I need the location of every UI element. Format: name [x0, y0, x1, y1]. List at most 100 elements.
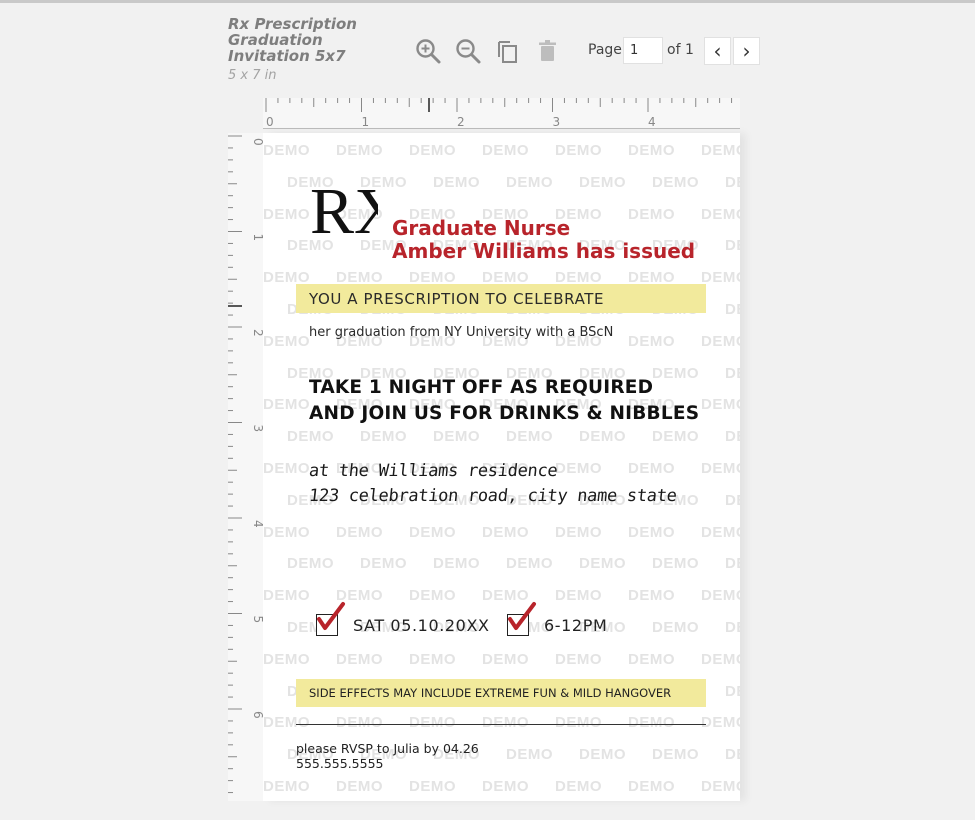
demo-watermark-text: DEMO — [628, 587, 675, 605]
ruler-label: 1 — [362, 115, 370, 128]
demo-watermark-text: DEMO — [628, 714, 675, 732]
ruler-label: 1 — [251, 234, 263, 242]
demo-watermark-text: DEMO — [701, 205, 740, 223]
rsvp-phone: 555.555.5555 — [296, 756, 384, 771]
demo-watermark-text: DEMO — [263, 205, 310, 223]
ruler-label: 5 — [251, 616, 263, 624]
demo-watermark-text: DEMO — [409, 650, 456, 668]
ruler-label: 2 — [251, 329, 263, 337]
vertical-ruler[interactable]: 0 1 2 3 4 5 6 — [228, 133, 264, 801]
demo-watermark-text: DEMO — [263, 142, 310, 159]
ruler-label: 4 — [648, 115, 656, 128]
demo-watermark-text: DEMO — [263, 396, 310, 414]
demo-watermark-text: DEMO — [506, 428, 553, 446]
ruler-label: 0 — [266, 115, 274, 128]
document-title: Rx Prescription Graduation Invitation 5x… — [228, 15, 357, 65]
headline-line-2: Amber Williams has issued — [392, 239, 696, 263]
demo-watermark-text: DEMO — [433, 555, 480, 573]
demo-watermark-text: DEMO — [701, 142, 740, 159]
demo-watermark-text: DEMO — [336, 523, 383, 541]
demo-watermark-text: DEMO — [725, 555, 740, 573]
side-effects-line: SIDE EFFECTS MAY INCLUDE EXTREME FUN & M… — [309, 686, 672, 700]
demo-watermark-text: DEMO — [701, 332, 740, 350]
demo-watermark-text: DEMO — [579, 555, 626, 573]
demo-watermark-text: DEMO — [336, 778, 383, 795]
demo-watermark-text: DEMO — [579, 428, 626, 446]
demo-watermark-text: DEMO — [555, 587, 602, 605]
demo-watermark-text: DEMO — [336, 650, 383, 668]
demo-watermark-text: DEMO — [263, 778, 310, 795]
demo-watermark-text: DEMO — [652, 746, 699, 764]
demo-watermark-text: DEMO — [287, 428, 334, 446]
demo-watermark-text: DEMO — [701, 269, 740, 287]
demo-watermark-text: DEMO — [555, 460, 602, 477]
demo-watermark-text: DEMO — [409, 714, 456, 732]
copy-icon — [498, 41, 517, 63]
demo-watermark-text: DEMO — [409, 523, 456, 541]
address-line-2: 123 celebration road, city name state — [307, 486, 678, 506]
zoom-out-button[interactable] — [453, 36, 483, 66]
demo-watermark-text: DEMO — [725, 301, 740, 318]
demo-watermark-text: DEMO — [482, 778, 529, 795]
delete-button[interactable] — [533, 36, 563, 66]
demo-watermark-text: DEMO — [336, 714, 383, 732]
rsvp-line: please RVSP to Julia by 04.26 — [296, 741, 479, 756]
demo-watermark-text: DEMO — [628, 142, 675, 159]
demo-watermark-text: DEMO — [725, 682, 740, 700]
divider-line — [296, 724, 706, 725]
headline: Graduate Nurse Amber Williams has issued — [392, 217, 695, 263]
address-line-1: at the Williams residence — [307, 461, 559, 481]
bold-line-2: AND JOIN US FOR DRINKS & NIBBLES — [309, 403, 700, 424]
demo-watermark-text: DEMO — [555, 523, 602, 541]
demo-watermark-text: DEMO — [725, 491, 740, 509]
event-date: SAT 05.10.20XX — [353, 616, 490, 635]
zoom-in-icon — [416, 39, 441, 64]
demo-watermark-text: DEMO — [725, 364, 740, 382]
prescription-line: YOU A PRESCRIPTION TO CELEBRATE — [309, 290, 605, 308]
demo-watermark-text: DEMO — [725, 746, 740, 764]
ruler-label: 6 — [251, 711, 263, 719]
demo-watermark-text: DEMO — [701, 714, 740, 732]
page-number-input[interactable] — [623, 37, 663, 64]
demo-watermark-text: DEMO — [506, 746, 553, 764]
demo-watermark-text: DEMO — [263, 587, 310, 605]
demo-watermark-text: DEMO — [579, 173, 626, 191]
demo-watermark-text: DEMO — [263, 650, 310, 668]
demo-watermark-text: DEMO — [701, 650, 740, 668]
ruler-label: 0 — [251, 138, 263, 146]
horizontal-ruler[interactable]: 0 1 2 3 4 — [263, 98, 740, 129]
next-page-button[interactable]: › — [733, 37, 760, 65]
copy-button[interactable] — [493, 36, 523, 66]
demo-watermark-text: DEMO — [628, 778, 675, 795]
demo-watermark-text: DEMO — [628, 650, 675, 668]
demo-watermark-text: DEMO — [433, 428, 480, 446]
ruler-label: 3 — [553, 115, 561, 128]
demo-watermark-text: DEMO — [701, 523, 740, 541]
bold-line-1: TAKE 1 NIGHT OFF AS REQUIRED — [309, 377, 654, 398]
demo-watermark-text: DEMO — [701, 778, 740, 795]
demo-watermark-text: DEMO — [725, 237, 740, 255]
demo-watermark-text: DEMO — [506, 555, 553, 573]
demo-watermark-text: DEMO — [652, 555, 699, 573]
ruler-label: 3 — [251, 425, 263, 433]
demo-watermark-text: DEMO — [555, 778, 602, 795]
prev-page-button[interactable]: ‹ — [704, 37, 731, 65]
demo-watermark-text: DEMO — [652, 364, 699, 382]
demo-watermark-text: DEMO — [360, 428, 407, 446]
demo-watermark-text: DEMO — [628, 460, 675, 477]
demo-watermark-text: DEMO — [579, 746, 626, 764]
demo-watermark-text: DEMO — [701, 587, 740, 605]
demo-watermark-text: DEMO — [482, 650, 529, 668]
page-label: Page — [588, 42, 622, 58]
page-total: of 1 — [667, 42, 694, 58]
demo-watermark-text: DEMO — [725, 619, 740, 636]
demo-watermark-text: DEMO — [287, 555, 334, 573]
invitation-canvas[interactable]: DEMODEMODEMODEMODEMODEMODEMODEMODEMODEMO… — [263, 133, 740, 801]
rx-logo: RX — [310, 175, 378, 248]
demo-watermark-text: DEMO — [336, 142, 383, 159]
demo-watermark-text: DEMO — [409, 142, 456, 159]
zoom-in-button[interactable] — [413, 36, 443, 66]
demo-watermark-text: DEMO — [555, 142, 602, 159]
ruler-label: 4 — [251, 520, 263, 528]
demo-watermark-text: DEMO — [360, 555, 407, 573]
